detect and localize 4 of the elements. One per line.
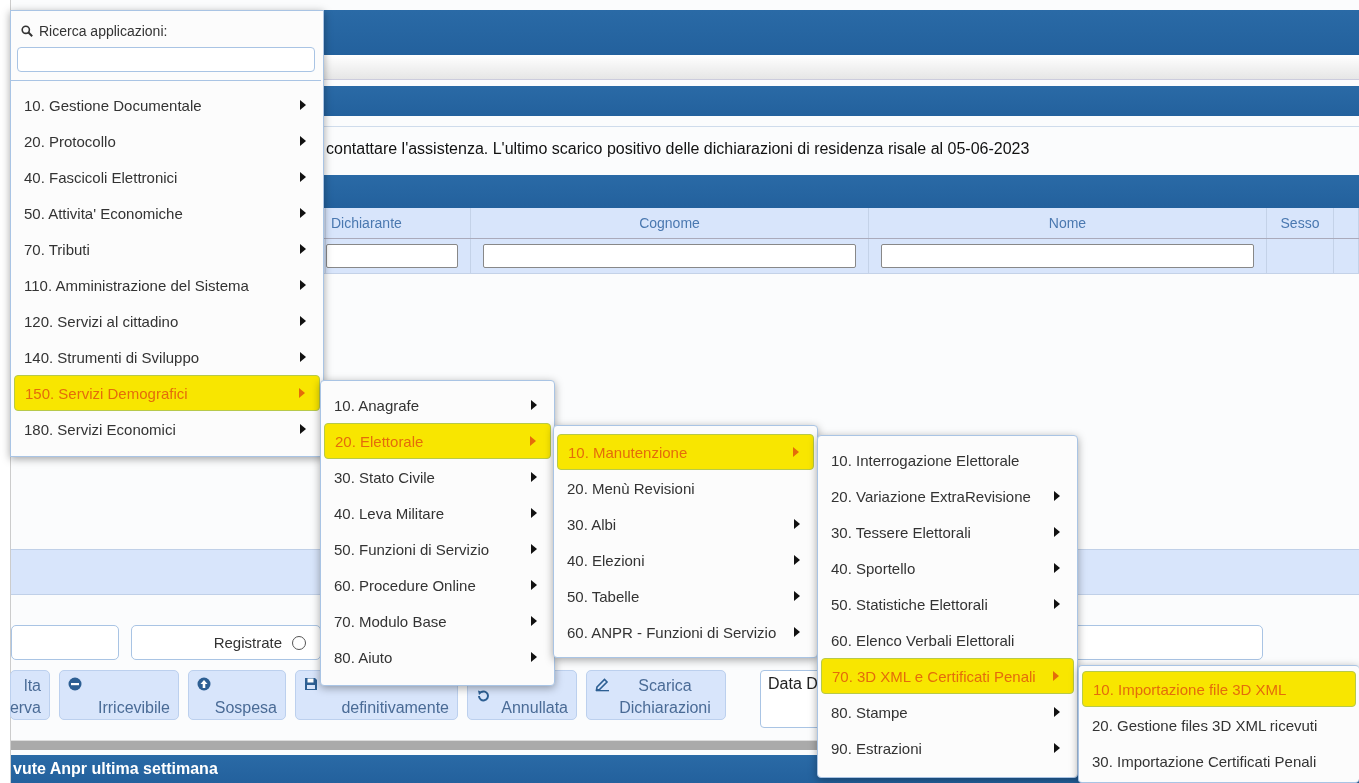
section-title: vute Anpr ultima settimana (13, 760, 218, 778)
radio-label: Registrate (213, 634, 282, 651)
info-message: contattare l'assistenza. L'ultimo scarico positivo delle dichiarazioni di residenza risale al 05-06-2023 (326, 140, 1030, 158)
search-label: Ricerca applicazioni: (39, 23, 168, 39)
